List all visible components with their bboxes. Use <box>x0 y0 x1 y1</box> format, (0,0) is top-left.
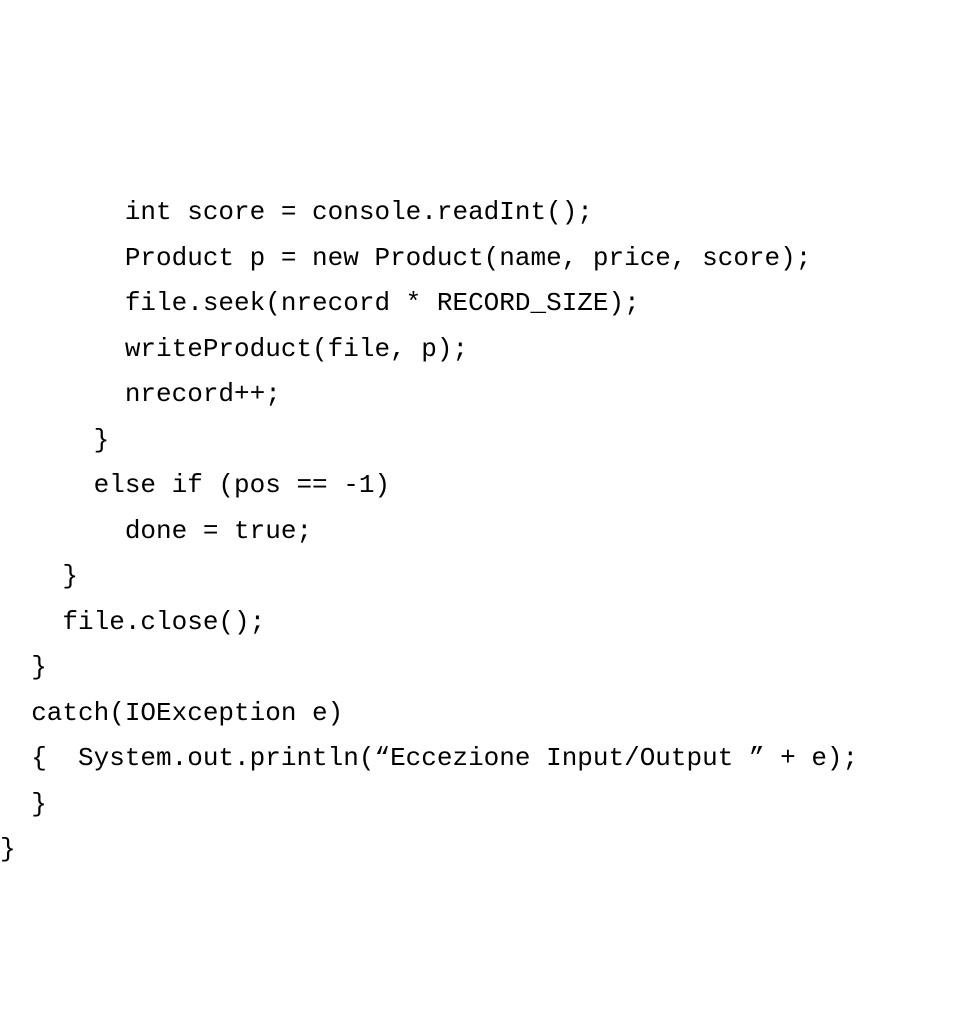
code-block: int score = console.readInt(); Product p… <box>0 182 959 873</box>
